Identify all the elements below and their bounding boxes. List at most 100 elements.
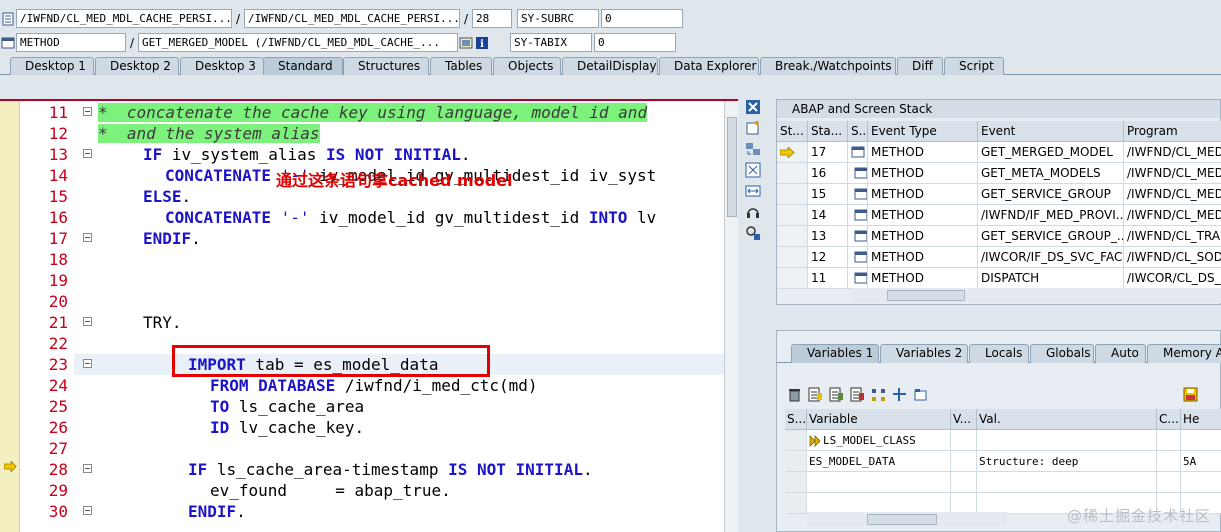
event-type: METHOD xyxy=(868,247,978,268)
code-area[interactable]: * concatenate the cache key using langua… xyxy=(74,101,724,532)
column-header[interactable]: V... xyxy=(951,409,977,430)
tab-desktop-3[interactable]: Desktop 3 xyxy=(180,57,264,75)
variable-name[interactable]: LS_MODEL_CLASS xyxy=(807,430,951,451)
save-icon[interactable] xyxy=(1183,387,1198,402)
tab-memory-analysis[interactable]: Memory An xyxy=(1147,344,1221,363)
variables-horizontal-scrollbar[interactable] xyxy=(807,512,1007,527)
delete-icon[interactable] xyxy=(787,387,802,402)
table-row[interactable]: 11 METHOD DISPATCH /IWCOR/CL_DS_H xyxy=(777,268,1221,289)
close-icon[interactable] xyxy=(745,99,761,115)
tab-desktop-2[interactable]: Desktop 2 xyxy=(95,57,179,75)
line-number: 24 xyxy=(48,376,68,395)
tab-detail-display[interactable]: DetailDisplay xyxy=(562,57,658,75)
column-header[interactable]: Val. xyxy=(977,409,1157,430)
row-selector[interactable] xyxy=(785,493,807,514)
row-selector[interactable] xyxy=(785,430,807,451)
editor-scrollbar[interactable] xyxy=(724,101,738,532)
program-field[interactable]: /IWFND/CL_MED_MDL_CACHE_PERSI... xyxy=(16,9,232,28)
services-icon[interactable] xyxy=(745,204,761,220)
edit-icon[interactable] xyxy=(850,387,865,402)
variables-toolbar xyxy=(787,387,928,403)
swap-tool-icon[interactable] xyxy=(745,141,761,157)
new-tool-icon[interactable] xyxy=(745,120,761,136)
tab-diff[interactable]: Diff xyxy=(897,57,943,75)
include-field[interactable]: /IWFND/CL_MED_MDL_CACHE_PERSI... xyxy=(244,9,460,28)
code-line: CONCATENATE '-' iv_model_id gv_multidest… xyxy=(165,208,657,227)
column-header[interactable]: Program xyxy=(1124,121,1221,142)
column-header[interactable]: Event xyxy=(978,121,1124,142)
stack-level: 12 xyxy=(808,247,848,268)
variable-c xyxy=(1157,472,1181,493)
row-selector[interactable] xyxy=(785,451,807,472)
column-header[interactable]: St... xyxy=(777,121,808,142)
hierarchy-icon[interactable] xyxy=(871,387,886,402)
tab-structures[interactable]: Structures xyxy=(343,57,429,75)
navigate-icon[interactable] xyxy=(892,387,907,402)
tab-desktop-1[interactable]: Desktop 1 xyxy=(10,57,94,75)
row-selector[interactable] xyxy=(785,472,807,493)
select-icon[interactable] xyxy=(913,387,928,402)
table-row[interactable]: 17 METHOD GET_MERGED_MODEL /IWFND/CL_MED… xyxy=(777,142,1221,163)
column-header[interactable]: C... xyxy=(1157,409,1181,430)
variable-hex xyxy=(1181,472,1221,493)
event-type-field[interactable]: METHOD xyxy=(16,33,126,52)
tab-standard[interactable]: Standard xyxy=(263,57,343,75)
tab-globals[interactable]: Globals xyxy=(1030,344,1094,363)
line-number: 26 xyxy=(48,418,68,437)
variable-v xyxy=(951,430,977,451)
settings-icon[interactable] xyxy=(745,225,761,241)
variable-name[interactable] xyxy=(807,493,951,514)
column-header[interactable]: Sta... xyxy=(808,121,848,142)
event-field[interactable]: GET_MERGED_MODEL (/IWFND/CL_MED_MDL_CACH… xyxy=(138,33,458,52)
tab-auto[interactable]: Auto xyxy=(1095,344,1146,363)
tab-label: Script xyxy=(959,59,994,73)
tab-label: DetailDisplay xyxy=(577,59,657,73)
table-row[interactable]: 13 METHOD GET_SERVICE_GROUP_... /IWFND/C… xyxy=(777,226,1221,247)
event-type: METHOD xyxy=(868,142,978,163)
table-row[interactable]: 12 METHOD /IWCOR/IF_DS_SVC_FAC... /IWFND… xyxy=(777,247,1221,268)
table-row[interactable]: 16 METHOD GET_META_MODELS /IWFND/CL_MED_ xyxy=(777,163,1221,184)
source-code-editor[interactable]: 11 12 13 14 15 16 17 18 19 20 21 22 23 2… xyxy=(0,99,738,532)
side-toolbar xyxy=(742,99,764,259)
column-header[interactable]: Variable xyxy=(807,409,951,430)
maximize-icon[interactable] xyxy=(745,162,761,178)
edit-icon[interactable] xyxy=(808,387,823,402)
column-header[interactable]: S... xyxy=(785,409,807,430)
tab-variables-2[interactable]: Variables 2 xyxy=(880,344,968,363)
sy-subrc-value[interactable]: 0 xyxy=(601,9,683,28)
tab-break-watchpoints[interactable]: Break./Watchpoints xyxy=(760,57,896,75)
annotation-text: 通过这条语句拿cached model xyxy=(276,171,513,190)
tab-label: Break./Watchpoints xyxy=(775,59,892,73)
stack-level: 13 xyxy=(808,226,848,247)
tab-variables-1[interactable]: Variables 1 xyxy=(791,344,879,363)
separator: / xyxy=(463,11,469,26)
breakpoint-gutter[interactable] xyxy=(0,101,20,532)
tab-script[interactable]: Script xyxy=(944,57,1004,75)
variable-name[interactable]: ES_MODEL_DATA xyxy=(807,451,951,472)
variable-value[interactable] xyxy=(977,472,1157,493)
variable-value[interactable]: Structure: deep xyxy=(977,451,1157,472)
code-line: IF ls_cache_area-timestamp IS NOT INITIA… xyxy=(188,460,593,479)
tab-tables[interactable]: Tables xyxy=(430,57,492,75)
tab-data-explorer[interactable]: Data Explorer xyxy=(659,57,759,75)
tab-objects[interactable]: Objects xyxy=(493,57,561,75)
info-icon[interactable]: i xyxy=(475,36,489,50)
column-header[interactable]: He xyxy=(1181,409,1221,430)
table-row[interactable]: 15 METHOD GET_SERVICE_GROUP /IWFND/CL_ME… xyxy=(777,184,1221,205)
panel-title: ABAP and Screen Stack xyxy=(777,100,1220,118)
variable-value[interactable] xyxy=(977,430,1157,451)
resize-icon[interactable] xyxy=(745,183,761,199)
edit-icon[interactable] xyxy=(829,387,844,402)
table-row[interactable]: 14 METHOD /IWFND/IF_MED_PROVI... /IWFND/… xyxy=(777,205,1221,226)
display-icon[interactable] xyxy=(459,36,473,50)
line-field[interactable]: 28 xyxy=(472,9,512,28)
variable-name[interactable] xyxy=(807,472,951,493)
sy-tabix-value[interactable]: 0 xyxy=(594,33,676,52)
sy-tabix-label: SY-TABIX xyxy=(510,33,592,52)
sy-subrc-label: SY-SUBRC xyxy=(517,9,599,28)
tab-label: Data Explorer xyxy=(674,59,757,73)
stack-horizontal-scrollbar[interactable] xyxy=(853,288,1221,303)
tab-locals[interactable]: Locals xyxy=(969,344,1029,363)
column-header[interactable]: Event Type xyxy=(868,121,978,142)
column-header[interactable]: S.. xyxy=(848,121,868,142)
